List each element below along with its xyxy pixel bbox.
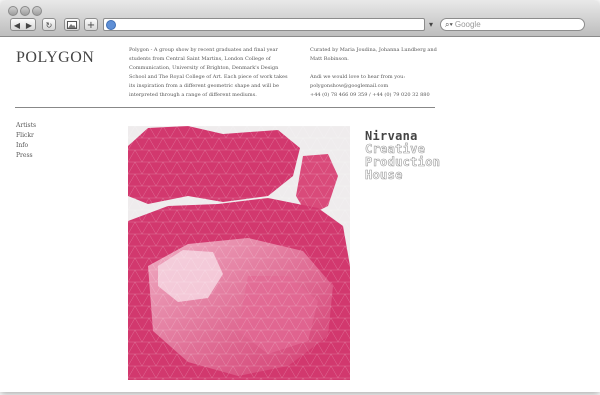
reload-button[interactable]: ↻ bbox=[42, 18, 56, 31]
close-window-icon[interactable] bbox=[8, 6, 18, 16]
contact-text: Andi we would love to hear from you: bbox=[310, 74, 405, 80]
web-page: POLYGON Polygon - A group show by recent… bbox=[0, 37, 600, 392]
zoom-window-icon[interactable] bbox=[32, 6, 42, 16]
search-input[interactable]: ⌕▾ Google bbox=[440, 18, 585, 31]
credits-block: Curated by Maria Joudina, Johanna Lundbe… bbox=[310, 46, 450, 100]
nav-item-press[interactable]: Press bbox=[16, 151, 36, 161]
site-nav: Artists Flickr Info Press bbox=[16, 121, 36, 161]
divider bbox=[15, 107, 435, 108]
image-icon bbox=[67, 21, 77, 29]
minimize-window-icon[interactable] bbox=[20, 6, 30, 16]
nav-item-artists[interactable]: Artists bbox=[16, 121, 36, 131]
nav-item-info[interactable]: Info bbox=[16, 141, 36, 151]
add-bookmark-button[interactable]: + bbox=[84, 18, 98, 31]
snapshot-button[interactable] bbox=[64, 18, 80, 31]
search-placeholder: Google bbox=[454, 20, 481, 29]
email-link[interactable]: polygonshow@googlemail.com bbox=[310, 82, 450, 91]
forward-icon[interactable]: ▶ bbox=[23, 19, 35, 32]
pink-polygon-artwork bbox=[128, 126, 350, 380]
browser-window: ◀ ▶ ↻ + ▾ ⌕▾ Google POLYGON Polygon - A gr… bbox=[0, 0, 600, 392]
globe-icon bbox=[106, 20, 116, 30]
back-forward-buttons: ◀ ▶ bbox=[10, 18, 36, 31]
back-icon[interactable]: ◀ bbox=[11, 19, 23, 32]
intro-text: Polygon - A group show by recent graduat… bbox=[129, 47, 288, 98]
nav-item-flickr[interactable]: Flickr bbox=[16, 131, 36, 141]
chevron-down-icon[interactable]: ▾ bbox=[429, 18, 433, 31]
browser-toolbar: ◀ ▶ ↻ + ▾ ⌕▾ Google bbox=[0, 0, 600, 37]
project-title: Nirvana Creative Production House bbox=[365, 130, 441, 182]
search-icon: ⌕▾ bbox=[445, 20, 453, 29]
project-subtitle-line-3: House bbox=[365, 168, 403, 182]
artwork-image bbox=[128, 126, 350, 380]
curated-by-text: Curated by Maria Joudina, Johanna Lundbe… bbox=[310, 47, 437, 62]
site-logo[interactable]: POLYGON bbox=[16, 49, 94, 67]
address-bar[interactable] bbox=[103, 18, 425, 31]
phone-text: +44 (0) 78 466 09 359 / +44 (0) 79 020 3… bbox=[310, 92, 430, 98]
